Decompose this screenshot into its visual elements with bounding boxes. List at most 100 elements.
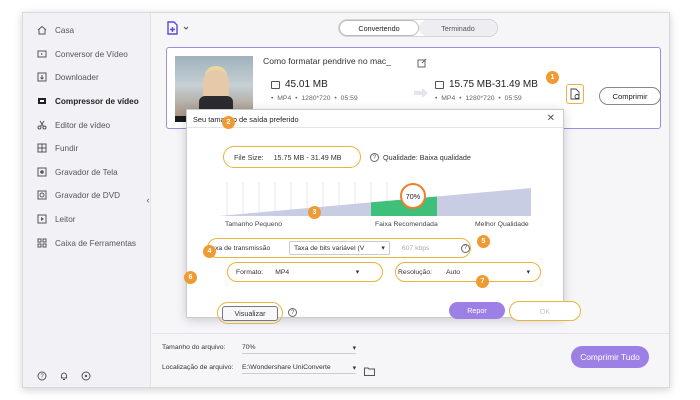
bell-icon[interactable] [59,371,69,381]
feedback-icon[interactable] [81,371,91,381]
preview-button-outline: Visualizar [217,302,283,324]
chevron-down-icon: ▾ [526,269,531,276]
file-location-label: Localização de arquivo: [162,364,234,371]
target-meta: • MP4 • 1280*720 • 05:59 [435,95,522,102]
download-icon [37,72,47,82]
resolution-row: Resolução: Auto ▾ [395,262,541,282]
help-icon[interactable]: ? [370,153,379,162]
sidebar-item-label: Editor de vídeo [55,120,111,130]
slider-percent-knob[interactable]: 70% [400,183,426,209]
scissors-icon [37,120,47,130]
step-badge-5: 5 [477,235,490,248]
screen-recorder-icon [37,167,47,177]
sidebar-item-fundir[interactable]: Fundir [23,137,151,159]
format-row: Formato: MP4 ▾ [227,262,383,282]
output-size-label: Tamanho do arquivo: [162,344,226,351]
file-location-select[interactable]: E:\Wondershare UniConverte ▾ [242,362,356,374]
resolution-select[interactable]: Auto ▾ [442,265,535,279]
chevron-down-icon: ▾ [355,269,360,276]
resolution-label: Resolução: [398,268,433,276]
help-icon[interactable]: ? [37,371,47,381]
sidebar-item-conversor[interactable]: Conversor de Vídeo [23,43,151,65]
edit-icon[interactable] [417,55,427,68]
add-file-button[interactable] [166,20,190,36]
chevron-down-icon: ▾ [352,364,356,372]
sidebar-item-leitor[interactable]: Leitor [23,208,151,230]
compress-all-button[interactable]: Comprimir Tudo [571,346,649,368]
sidebar: Casa Conversor de Vídeo Downloader Compr… [23,13,151,387]
add-file-icon [167,21,178,35]
sidebar-item-downloader[interactable]: Downloader [23,66,151,88]
app-window: Casa Conversor de Vídeo Downloader Compr… [22,12,670,388]
source-meta: • MP4 • 1280*720 • 05:59 [271,95,358,102]
label-recommended: Faixa Recomendada [375,221,438,228]
sidebar-item-compressor[interactable]: Compressor de vídeo [23,90,151,112]
tab-terminado[interactable]: Terminado [419,20,497,36]
sidebar-item-label: Casa [55,25,75,35]
file-size-label: File Size: [234,152,264,162]
quality-label: Qualidade: Baixa qualidade [383,153,471,162]
sidebar-item-label: Gravador de DVD [55,190,121,200]
chevron-down-icon [183,26,189,30]
dialog-title: Seu tamanho de saída preferido [193,115,299,124]
source-size: 45.01 MB [271,79,328,90]
compression-settings-button[interactable] [566,84,584,104]
size-quality-slider[interactable] [219,180,531,218]
reset-button[interactable]: Repor [449,302,505,319]
file-size-value: 15.75 MB - 31.49 MB [273,152,342,162]
bitrate-label: Taxa de transmissão: [206,244,271,252]
bottom-bar: Tamanho do arquivo: 70% ▾ Localização de … [152,333,669,387]
sidebar-item-label: Gravador de Tela [55,167,118,177]
video-converter-icon [37,49,47,59]
step-badge-3: 3 [308,206,321,219]
toolbox-icon [37,238,47,248]
sidebar-item-label: Leitor [55,214,76,224]
tab-convertendo[interactable]: Convertendo [339,20,419,36]
folder-icon [435,80,444,89]
compress-button[interactable]: Comprimir [599,87,661,105]
close-icon[interactable]: ✕ [547,113,555,124]
home-icon [37,25,47,35]
chevron-down-icon: ▾ [381,245,385,252]
step-badge-7: 7 [476,275,489,288]
bitrate-row: Taxa de transmissão: Taxa de bits variáv… [206,238,471,258]
sidebar-item-label: Compressor de vídeo [55,96,139,106]
step-badge-2: 2 [222,116,235,129]
dvd-icon [37,190,47,200]
help-icon[interactable]: ? [288,308,297,317]
output-size-select[interactable]: 70% ▾ [242,342,356,354]
help-icon[interactable]: ? [461,243,470,253]
sidebar-footer: ? [37,371,91,381]
output-size-dialog: Seu tamanho de saída preferido ✕ File Si… [186,109,581,324]
settings-file-icon [570,88,579,100]
sidebar-item-caixa[interactable]: Caixa de Ferramentas [23,232,151,254]
open-folder-icon[interactable] [364,363,375,381]
file-size-field[interactable]: File Size: 15.75 MB - 31.49 MB [223,146,361,168]
preview-button[interactable]: Visualizar [222,305,278,321]
sidebar-item-gravador-dvd[interactable]: Gravador de DVD [23,184,151,206]
format-select[interactable]: MP4 ▾ [271,265,364,279]
player-icon [37,214,47,224]
collapse-sidebar-icon[interactable]: ‹ [143,191,153,209]
folder-icon [271,80,280,89]
tab-bar: Convertendo Terminado [338,19,498,37]
sidebar-item-label: Fundir [55,143,79,153]
sidebar-item-label: Caixa de Ferramentas [55,238,136,248]
sidebar-item-editor[interactable]: Editor de vídeo [23,114,151,136]
step-badge-6: 6 [184,271,197,284]
sidebar-item-label: Conversor de Vídeo [55,49,128,59]
sidebar-item-gravador-tela[interactable]: Gravador de Tela [23,161,151,183]
label-small-size: Tamanho Pequeno [225,221,283,228]
sidebar-item-casa[interactable]: Casa [23,19,151,41]
label-best-quality: Melhor Qualidade [475,221,529,228]
target-size: 15.75 MB-31.49 MB [435,79,538,90]
chevron-down-icon: ▾ [352,344,356,352]
merge-icon [37,143,47,153]
step-badge-4: 4 [203,245,216,258]
format-label: Formato: [236,268,264,276]
compress-icon [37,96,47,106]
ok-button[interactable]: OK [509,301,581,321]
step-badge-1: 1 [546,71,559,84]
bitrate-select[interactable]: Taxa de bits variável (V ▾ [289,241,390,255]
bitrate-kbps-input[interactable]: 607 kbps [402,245,461,252]
